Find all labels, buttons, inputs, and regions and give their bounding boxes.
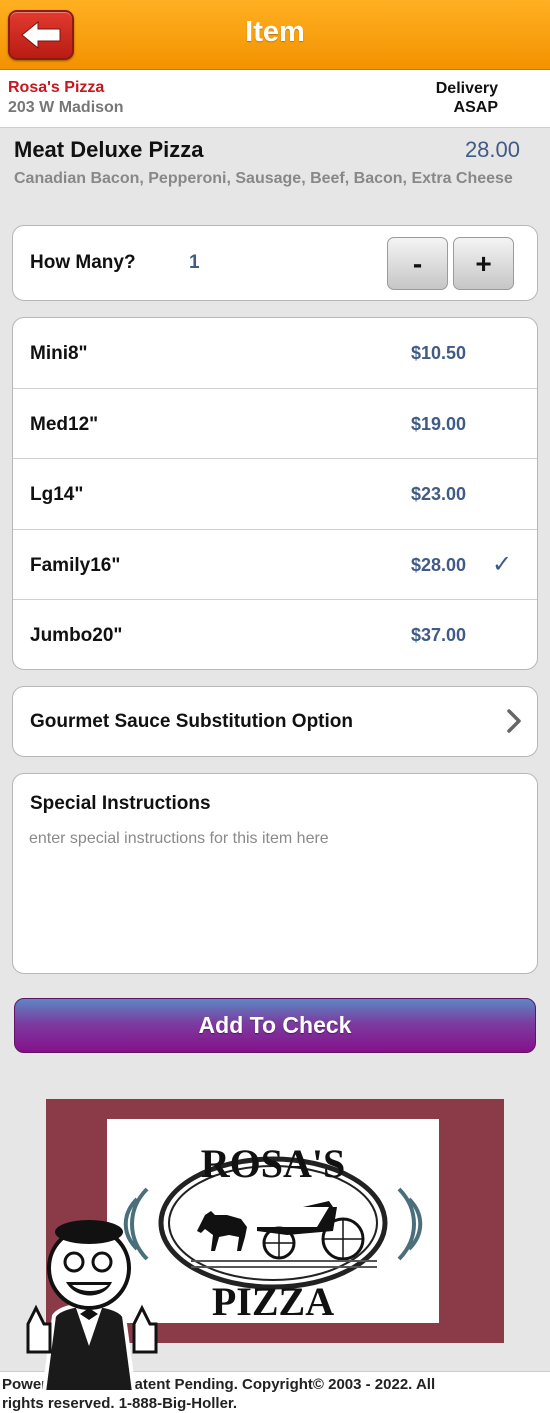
order-type: Delivery bbox=[435, 80, 498, 97]
size-option-med[interactable]: Med12" $19.00 bbox=[13, 389, 537, 459]
size-options-list: Mini8" $10.50 Med12" $19.00 Lg14" $23.00… bbox=[12, 317, 538, 670]
special-instructions-card: Special Instructions bbox=[12, 773, 538, 974]
size-price: $10.50 bbox=[411, 343, 467, 363]
restaurant-name: Rosa's Pizza bbox=[8, 79, 105, 96]
size-name: Mini8" bbox=[30, 343, 88, 364]
sauce-option-label: Gourmet Sauce Substitution Option bbox=[30, 711, 353, 732]
item-description: Canadian Bacon, Pepperoni, Sausage, Beef… bbox=[14, 170, 513, 187]
logo-text-top: ROSA'S bbox=[201, 1141, 346, 1186]
sauce-option-row[interactable]: Gourmet Sauce Substitution Option bbox=[12, 686, 538, 757]
logo-text-bottom: PIZZA bbox=[212, 1279, 334, 1323]
quantity-value: 1 bbox=[189, 252, 200, 273]
size-option-jumbo[interactable]: Jumbo20" $37.00 bbox=[13, 600, 537, 669]
size-price: $19.00 bbox=[411, 413, 467, 434]
item-name: Meat Deluxe Pizza bbox=[14, 137, 204, 162]
chevron-right-icon bbox=[507, 709, 521, 733]
size-option-lg[interactable]: Lg14" $23.00 bbox=[13, 459, 537, 530]
quantity-label: How Many? bbox=[30, 252, 136, 273]
page-title: Item bbox=[245, 16, 305, 48]
quantity-decrease-button[interactable]: - bbox=[387, 237, 448, 290]
special-instructions-input[interactable] bbox=[29, 830, 523, 960]
size-name: Jumbo20" bbox=[30, 625, 123, 646]
size-option-family[interactable]: Family16" $28.00 ✓ bbox=[13, 530, 537, 600]
size-name: Family16" bbox=[30, 554, 121, 576]
mascot-thumbs-up-icon bbox=[26, 1220, 158, 1392]
restaurant-address: 203 W Madison bbox=[8, 99, 124, 116]
restaurant-info-bar: Rosa's Pizza 203 W Madison Delivery ASAP bbox=[0, 70, 550, 128]
footer-line-2: rights reserved. 1-888-Big-Holler. bbox=[2, 1395, 238, 1412]
order-time: ASAP bbox=[453, 99, 498, 116]
header-bar: Item bbox=[0, 0, 550, 70]
quantity-card: How Many? 1 - + bbox=[12, 225, 538, 301]
size-name: Lg14" bbox=[30, 484, 84, 505]
special-instructions-label: Special Instructions bbox=[30, 793, 211, 814]
add-to-check-button[interactable]: Add To Check bbox=[14, 998, 536, 1053]
size-price: $28.00 bbox=[411, 554, 467, 575]
size-option-mini[interactable]: Mini8" $10.50 bbox=[13, 318, 537, 389]
checkmark-icon: ✓ bbox=[492, 550, 513, 578]
size-price: $23.00 bbox=[411, 484, 467, 504]
size-name: Med12" bbox=[30, 413, 99, 435]
quantity-increase-button[interactable]: + bbox=[453, 237, 514, 290]
size-price: $37.00 bbox=[411, 625, 467, 645]
item-price: 28.00 bbox=[464, 137, 520, 162]
